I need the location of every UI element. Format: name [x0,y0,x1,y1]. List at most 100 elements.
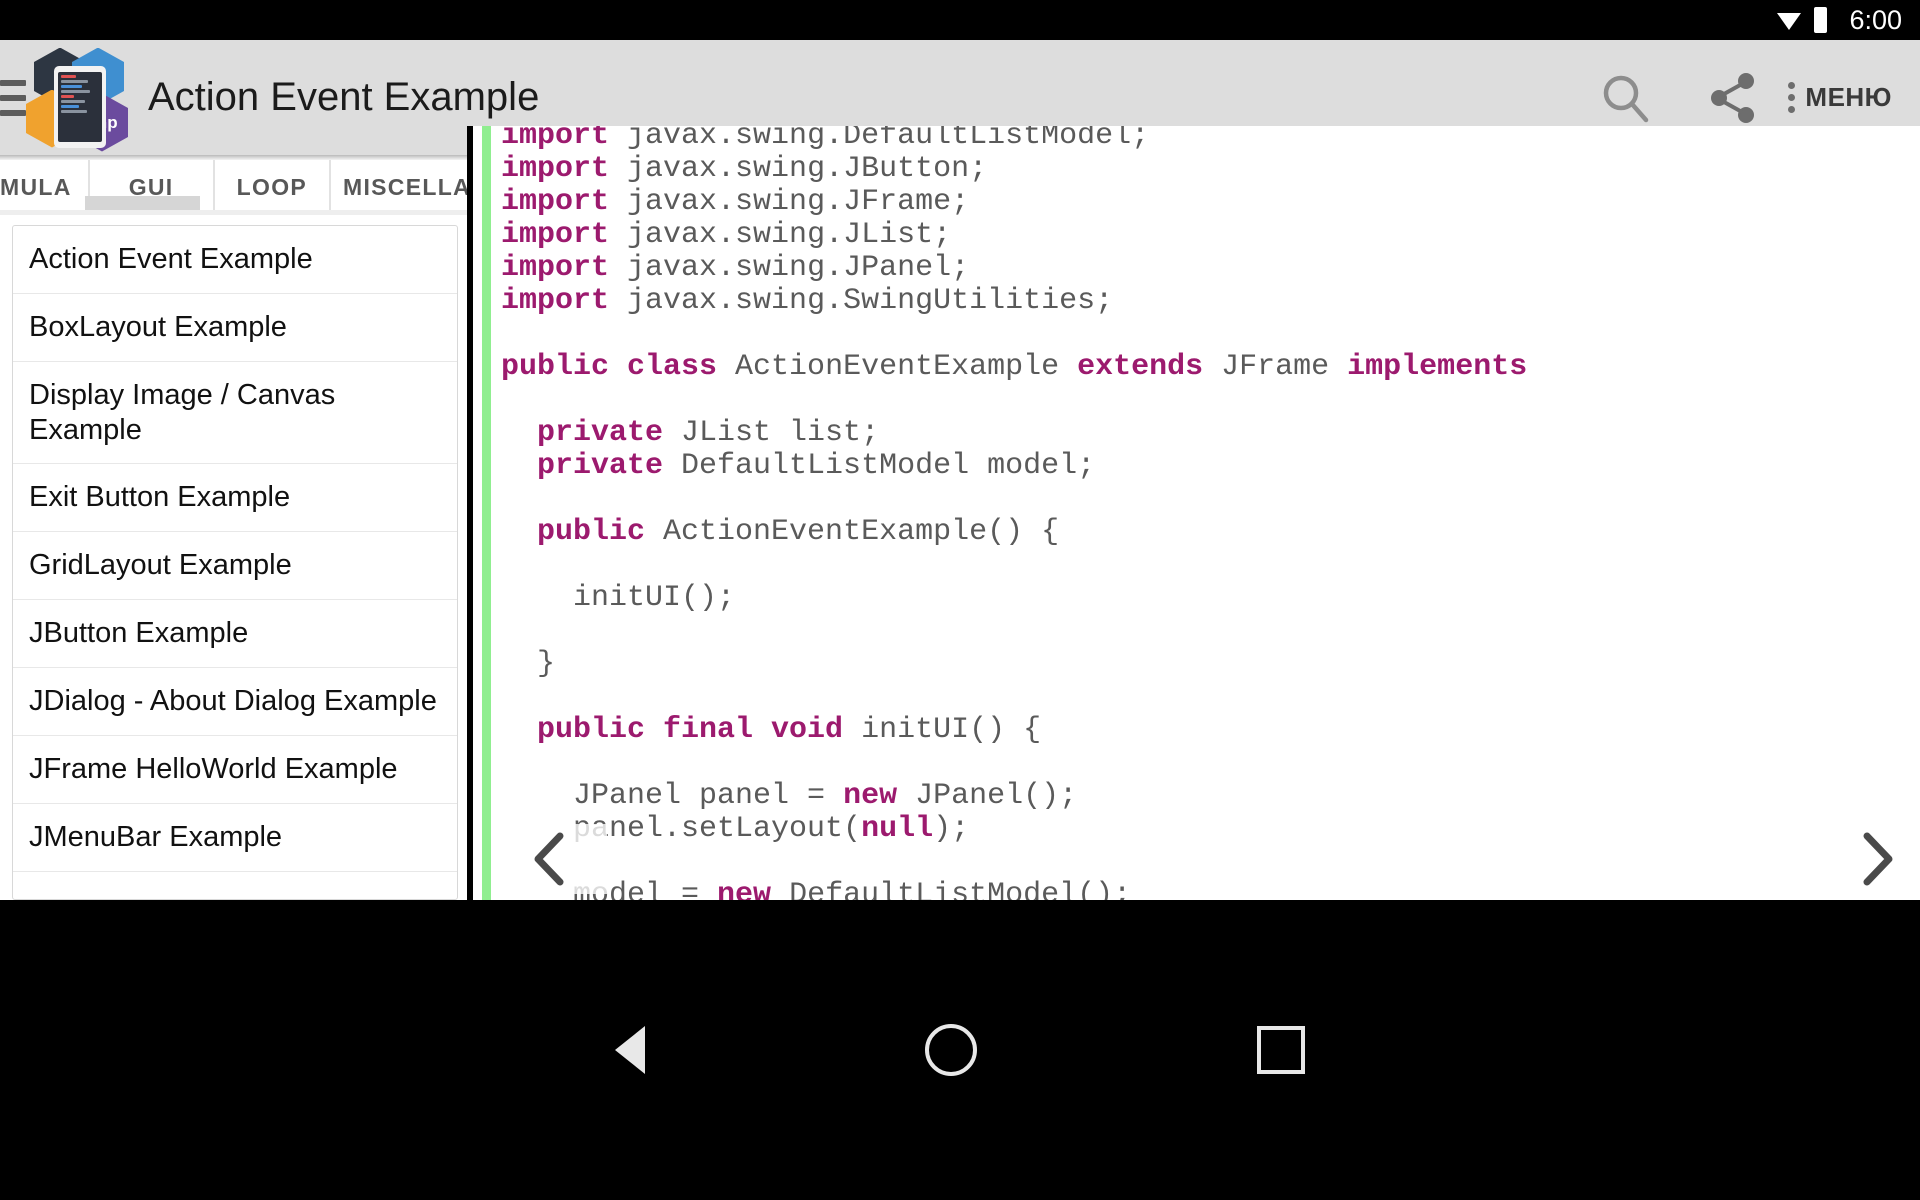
code-keyword: import [501,218,610,252]
code-text: javax.swing.DefaultListModel; [609,126,1150,153]
code-line: public final void initUI() { [501,714,1920,747]
code-text: JPanel panel = [501,779,844,813]
category-tabs: MULA GUI LOOP MISCELLAN [0,160,471,215]
code-line: } [501,648,1920,681]
list-item-label: JDialog - About Dialog Example [29,685,437,718]
code-text: ActionEventExample [717,350,1078,384]
list-item-label: JButton Example [29,617,249,650]
code-keyword: public final void [501,713,844,747]
code-keyword: public [501,515,646,549]
wifi-icon [1776,9,1802,31]
code-text: javax.swing.JPanel; [609,251,970,285]
recents-square-icon[interactable] [1257,1026,1305,1074]
code-text: initUI(); [501,581,736,615]
code-line: private JList list; [501,417,1920,450]
list-item[interactable]: Display Image / Canvas Example [13,362,457,464]
code-text: ActionEventExample() { [645,515,1060,549]
code-text: javax.swing.JFrame; [609,185,970,219]
code-keyword: private [501,449,664,483]
code-text: javax.swing.SwingUtilities; [609,284,1114,318]
list-item-label: GridLayout Example [29,549,292,582]
code-content: import javax.swing.DefaultListModel; impo… [501,126,1920,900]
code-text: JFrame [1203,350,1348,384]
list-item[interactable]: GridLayout Example [13,532,457,600]
chevron-left-icon [530,830,574,888]
list-item-label: Exit Button Example [29,481,291,514]
status-bar-icons: 6:00 [1776,5,1902,36]
back-triangle-icon[interactable] [615,1026,645,1074]
tab-miscellaneous[interactable]: MISCELLAN [331,160,471,215]
tab-formula-label: MULA [0,174,72,200]
tab-formula[interactable]: MULA [0,160,90,215]
code-keyword: import [501,251,610,285]
code-keyword: import [501,126,610,153]
kebab-overflow-icon [1788,82,1796,113]
list-item-label: Action Event Example [29,243,313,276]
prev-example-button[interactable] [497,824,607,894]
overflow-menu-label: МЕНЮ [1805,82,1892,112]
home-circle-icon[interactable] [925,1024,977,1076]
code-text: } [501,647,556,681]
list-item[interactable]: BoxLayout Example [13,294,457,362]
list-item[interactable]: JDialog - About Dialog Example [13,668,457,736]
code-line: import javax.swing.JFrame; [501,186,1920,219]
android-navigation-bar [0,900,1920,1200]
code-text: javax.swing.JButton; [609,152,988,186]
code-line: public class ActionEventExample extends … [501,351,1920,384]
list-item-label: Display Image / Canvas Example [29,379,336,446]
tab-loop[interactable]: LOOP [215,160,331,215]
code-tablet-icon [54,65,106,148]
code-keyword: public class [501,350,718,384]
code-accent-bar [482,126,491,900]
code-keyword: extends [1077,350,1204,384]
code-keyword: null [861,812,934,846]
chevron-right-icon [1853,830,1897,888]
list-item-label: JMenuBar Example [29,821,283,854]
list-item[interactable]: Exit Button Example [13,464,457,532]
code-text: javax.swing.JList; [609,218,952,252]
code-line: import javax.swing.DefaultListModel; [501,126,1920,153]
battery-icon [1814,7,1828,33]
code-keyword: new [843,779,898,813]
code-line: model = new DefaultListModel(); [501,878,1920,901]
code-line: import javax.swing.JButton; [501,153,1920,186]
code-line: panel.setLayout(null); [501,813,1920,846]
list-item-placeholder [13,872,457,899]
examples-list-card: Action Event Example BoxLayout Example D… [12,225,458,900]
code-text: DefaultListModel(); [771,878,1132,901]
code-text: initUI() { [843,713,1042,747]
list-item[interactable]: Action Event Example [13,226,457,294]
tab-loop-label: LOOP [236,174,308,200]
code-line: initUI(); [501,582,1920,615]
code-line: import javax.swing.JList; [501,219,1920,252]
list-item[interactable]: JButton Example [13,600,457,668]
tab-selected-indicator [85,196,200,210]
code-keyword: new [717,878,772,901]
examples-list-panel: Action Event Example BoxLayout Example D… [0,215,471,900]
code-line: public ActionEventExample() { [501,516,1920,549]
code-line: JPanel panel = new JPanel(); [501,780,1920,813]
next-example-button[interactable] [1820,824,1920,894]
status-bar: 6:00 [0,0,1920,40]
list-item[interactable]: JMenuBar Example [13,804,457,872]
list-item-label: JFrame HelloWorld Example [29,753,398,786]
app-root: 6:00 C php [0,0,1920,1200]
page-title: Action Event Example [148,75,540,119]
code-line: private DefaultListModel model; [501,450,1920,483]
code-keyword: import [501,152,610,186]
code-line: import javax.swing.SwingUtilities; [501,285,1920,318]
code-keyword: private [501,416,664,450]
code-keyword: import [501,185,610,219]
code-line: import javax.swing.JPanel; [501,252,1920,285]
list-item[interactable]: JFrame HelloWorld Example [13,736,457,804]
code-text: DefaultListModel model; [663,449,1096,483]
status-bar-clock: 6:00 [1849,4,1902,35]
code-viewer[interactable]: import javax.swing.DefaultListModel; impo… [473,126,1920,900]
